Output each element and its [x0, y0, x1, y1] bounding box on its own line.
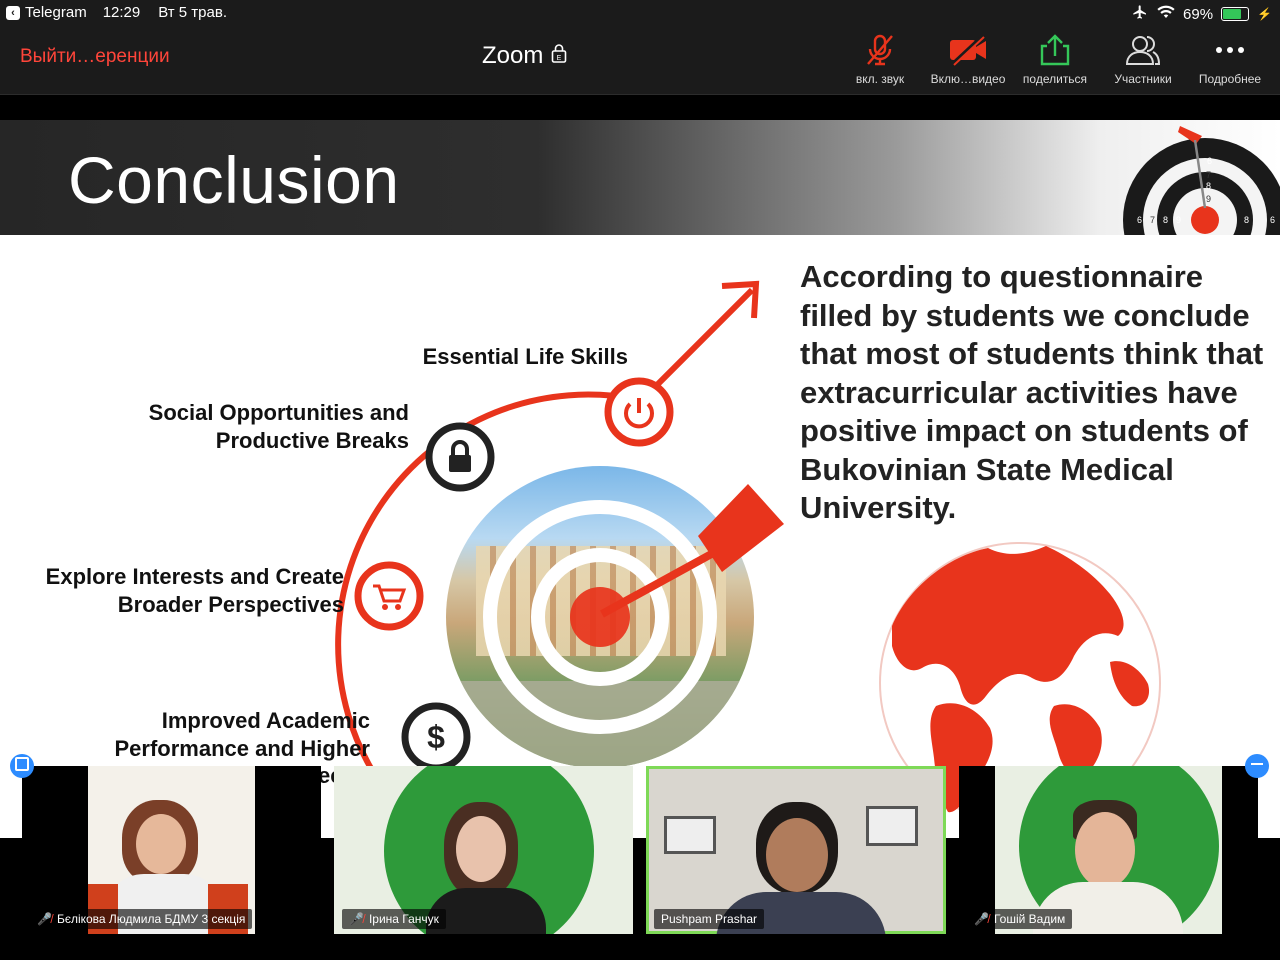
item-label-interests: Explore Interests and Create Broader Per… — [46, 563, 344, 619]
conclusion-text: According to questionnaire filled by stu… — [800, 259, 1264, 525]
participant-name: Pushpam Prashar — [661, 912, 758, 926]
participants-button[interactable]: Участники — [1095, 32, 1191, 86]
share-screen-label: поделиться — [1022, 72, 1088, 86]
participant-tile[interactable]: 🎤̸ Бєлікова Людмила БДМУ 3 секція — [22, 766, 321, 934]
back-chevron-icon: ‹ — [6, 5, 20, 20]
participant-name-tag: 🎤̸ Бєлікова Людмила БДМУ 3 секція — [30, 909, 253, 929]
item-label-academic: Improved Academic Performance and Higher — [114, 707, 370, 763]
unmute-button[interactable]: вкл. звук — [832, 32, 928, 86]
participant-name-tag: 🎤̸ Гошій Вадим — [967, 909, 1073, 929]
cart-icon — [354, 561, 424, 631]
zoom-toolbar: Выйти…еренции Zoom E вкл. звук Вклю…виде… — [0, 26, 1280, 95]
status-time: 12:29 — [102, 4, 141, 21]
battery-icon — [1221, 7, 1250, 21]
leave-meeting-button[interactable]: Выйти…еренции — [20, 46, 170, 68]
status-date: Вт 5 трав. — [158, 4, 227, 21]
muted-mic-icon: 🎤̸ — [974, 912, 989, 926]
participant-tile-active-speaker[interactable]: Pushpam Prashar — [646, 766, 946, 934]
participants-icon — [1125, 36, 1161, 65]
back-app-label: Telegram — [25, 4, 87, 21]
participant-tile[interactable]: 🎤̸ Гошій Вадим — [959, 766, 1258, 934]
target-number: 8 — [1163, 215, 1168, 225]
switch-view-button[interactable] — [10, 754, 34, 778]
charging-bolt-icon: ⚡ — [1257, 7, 1272, 21]
airplane-icon — [1131, 4, 1149, 24]
share-screen-icon — [1040, 34, 1070, 66]
participant-tile[interactable]: 🎤̸ Ірина Ганчук — [334, 766, 633, 934]
participant-name: Гошій Вадим — [993, 912, 1066, 926]
item-label-line: Social Opportunities and — [148, 400, 409, 425]
target-number: 8 — [1206, 181, 1211, 191]
item-label-life-skills: Essential Life Skills — [423, 343, 628, 371]
back-to-app-button[interactable]: ‹ Telegram — [6, 4, 87, 21]
svg-text:E: E — [557, 55, 562, 62]
arrow-fletching-graphic — [698, 484, 784, 572]
target-number: 6 — [1270, 215, 1275, 225]
item-label-line: Improved Academic — [161, 708, 370, 733]
target-number: 9 — [1206, 194, 1211, 204]
item-label-line: Performance and Higher — [114, 736, 370, 761]
gallery-view-icon — [15, 757, 29, 772]
encryption-lock-icon[interactable]: E — [551, 42, 567, 70]
power-icon — [604, 377, 674, 447]
more-button[interactable]: Подробнее — [1182, 32, 1278, 86]
item-label-line: Essential Life Skills — [422, 344, 628, 369]
unmute-label: вкл. звук — [855, 72, 905, 86]
target-number: 6 — [1207, 156, 1212, 166]
muted-mic-icon — [867, 34, 893, 66]
item-label-line: Productive Breaks — [215, 428, 409, 453]
participant-name: Бєлікова Людмила БДМУ 3 секція — [56, 912, 246, 926]
target-number: 7 — [1206, 170, 1211, 180]
participants-label: Участники — [1114, 72, 1172, 86]
target-number: 8 — [1244, 215, 1249, 225]
battery-percent: 69% — [1183, 5, 1214, 23]
share-screen-button[interactable]: поделиться — [1007, 32, 1103, 86]
muted-mic-icon: 🎤̸ — [37, 912, 52, 926]
wifi-icon — [1157, 5, 1175, 23]
dollar-icon: $ — [401, 702, 471, 772]
dartboard-image: 6 7 8 9 9 8 7 6 8 6 — [1123, 126, 1280, 235]
meeting-title-text: Zoom — [482, 42, 544, 69]
item-label-line: Broader Perspectives — [117, 592, 344, 617]
svg-text:$: $ — [427, 719, 445, 755]
participant-name: Ірина Ганчук — [368, 912, 439, 926]
more-label: Подробнее — [1198, 72, 1262, 86]
meeting-title: Zoom E — [482, 42, 567, 70]
item-label-line: Explore Interests and Create — [45, 564, 344, 589]
collapse-strip-button[interactable] — [1245, 754, 1269, 778]
target-number: 6 — [1137, 215, 1142, 225]
status-bar: ‹ Telegram 12:29 Вт 5 трав. 69% ⚡ — [0, 0, 1280, 26]
lock-icon — [425, 422, 495, 492]
participant-name-tag: 🎤̸ Ірина Ганчук — [342, 909, 446, 929]
participant-name-tag: Pushpam Prashar — [654, 909, 765, 929]
more-icon — [1216, 47, 1244, 53]
minus-icon — [1251, 763, 1263, 766]
video-off-icon — [950, 34, 986, 66]
item-label-social: Social Opportunities and Productive Brea… — [149, 399, 409, 455]
start-video-button[interactable]: Вклю…видео — [920, 32, 1016, 86]
shared-slide: Conclusion 6 7 8 9 9 8 7 6 8 6 $ Essenti… — [0, 120, 1280, 840]
muted-mic-icon: 🎤̸ — [349, 912, 364, 926]
start-video-label: Вклю…видео — [930, 72, 1006, 86]
target-number: 7 — [1150, 215, 1155, 225]
target-number: 9 — [1176, 215, 1181, 225]
